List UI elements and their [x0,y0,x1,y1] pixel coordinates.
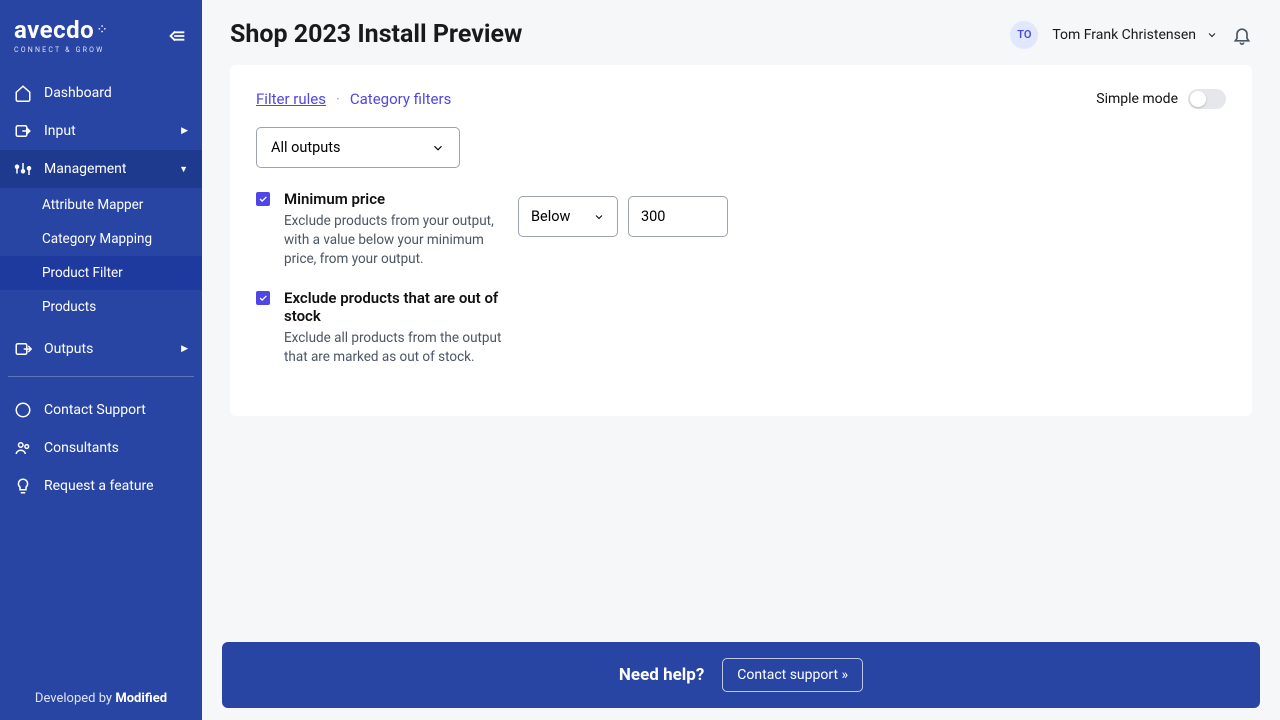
sidebar-item-input[interactable]: Input ▶ [0,112,202,150]
main: Shop 2023 Install Preview TO Tom Frank C… [202,0,1280,720]
topbar: Shop 2023 Install Preview TO Tom Frank C… [202,0,1280,65]
filter-minimum-price: Minimum price Exclude products from your… [256,190,1226,269]
chevron-down-icon [1206,29,1218,41]
min-price-comparator-select[interactable]: Below [518,196,618,237]
oos-title: Exclude products that are out of stock [284,289,504,325]
outputs-select-value: All outputs [271,139,340,156]
subnav-product-filter[interactable]: Product Filter [0,256,202,290]
users-icon [14,439,32,457]
oos-desc: Exclude all products from the output tha… [284,329,504,367]
sidebar-item-request-feature[interactable]: Request a feature [0,467,202,505]
tab-separator: · [336,90,340,108]
avatar: TO [1010,21,1038,49]
sidebar-item-management[interactable]: Management ▼ [0,150,202,188]
tabs: Filter rules · Category filters [256,90,451,108]
user-area: TO Tom Frank Christensen [1010,21,1252,49]
sidebar-header: avecdo⁘ CONNECT & GROW [0,0,202,68]
simple-mode-toggle[interactable] [1188,89,1226,109]
chevron-right-icon: ▶ [181,344,188,354]
tabs-row: Filter rules · Category filters Simple m… [256,89,1226,109]
footer-prefix: Developed by [35,691,115,706]
divider [8,376,194,377]
chat-icon [14,401,32,419]
help-bar: Need help? Contact support » [222,642,1260,708]
tab-filter-rules[interactable]: Filter rules [256,90,326,108]
help-text: Need help? [619,665,704,685]
bell-icon[interactable] [1232,25,1252,45]
input-icon [14,122,32,140]
chevron-left-icon [166,25,188,47]
comparator-value: Below [531,208,570,225]
check-icon [258,293,268,303]
min-price-title: Minimum price [284,190,504,208]
sidebar-item-label: Input [44,123,76,139]
out-of-stock-checkbox[interactable] [256,291,270,305]
sliders-icon [14,160,32,178]
chevron-right-icon: ▶ [181,126,188,136]
page-title: Shop 2023 Install Preview [230,20,522,49]
sidebar-item-label: Contact Support [44,402,146,418]
support-nav: Contact Support Consultants Request a fe… [0,391,202,505]
content-card: Filter rules · Category filters Simple m… [230,65,1252,416]
min-price-value-input[interactable] [628,196,728,237]
footer-brand: Modified [115,691,167,706]
outputs-select[interactable]: All outputs [256,127,460,168]
min-price-checkbox[interactable] [256,192,270,206]
filter-out-of-stock: Exclude products that are out of stock E… [256,289,1226,367]
subnav-products[interactable]: Products [0,290,202,324]
logo-text: avecdo [14,16,94,44]
sidebar-item-label: Request a feature [44,478,154,494]
check-icon [258,194,268,204]
sidebar-item-label: Management [44,161,126,177]
collapse-sidebar-button[interactable] [166,25,188,47]
subnav-attribute-mapper[interactable]: Attribute Mapper [0,188,202,222]
sidebar-item-label: Dashboard [44,85,112,101]
user-name-text: Tom Frank Christensen [1052,27,1196,43]
simple-mode-control: Simple mode [1096,89,1226,109]
min-price-desc: Exclude products from your output, with … [284,212,504,269]
simple-mode-label: Simple mode [1096,91,1178,107]
main-nav-2: Outputs ▶ [0,330,202,368]
output-icon [14,340,32,358]
sidebar-item-label: Consultants [44,440,119,456]
sidebar-item-label: Outputs [44,341,93,357]
management-subnav: Attribute Mapper Category Mapping Produc… [0,188,202,324]
sidebar-footer: Developed by Modified [0,677,202,720]
sidebar: avecdo⁘ CONNECT & GROW Dashboard Input ▶… [0,0,202,720]
chevron-down-icon [431,141,445,155]
sidebar-item-consultants[interactable]: Consultants [0,429,202,467]
home-icon [14,84,32,102]
logo: avecdo⁘ CONNECT & GROW [14,18,108,54]
contact-support-button[interactable]: Contact support » [722,658,863,692]
subnav-category-mapping[interactable]: Category Mapping [0,222,202,256]
lightbulb-icon [14,477,32,495]
main-nav: Dashboard Input ▶ Management ▼ [0,74,202,188]
logo-tagline: CONNECT & GROW [14,46,108,54]
sidebar-item-dashboard[interactable]: Dashboard [0,74,202,112]
sidebar-item-contact-support[interactable]: Contact Support [0,391,202,429]
tab-category-filters[interactable]: Category filters [350,90,451,108]
logo-dots-icon: ⁘ [96,22,108,38]
user-menu[interactable]: Tom Frank Christensen [1052,27,1218,43]
chevron-down-icon: ▼ [179,164,188,175]
sidebar-item-outputs[interactable]: Outputs ▶ [0,330,202,368]
chevron-down-icon [593,211,605,223]
